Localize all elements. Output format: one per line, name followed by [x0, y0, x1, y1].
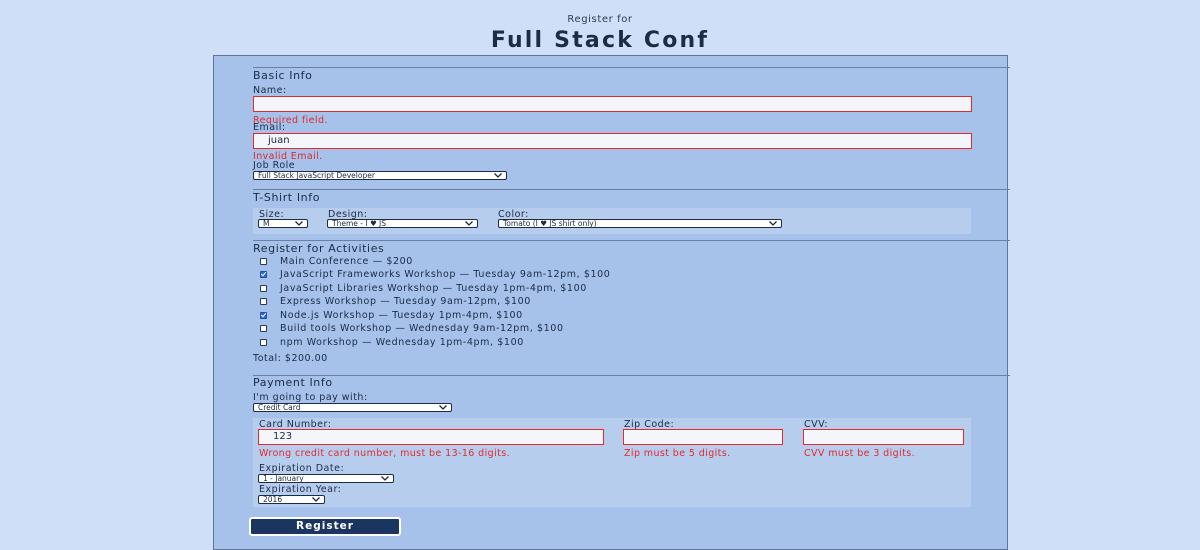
exp-year-select[interactable]: 2016	[258, 495, 325, 504]
section-divider	[253, 67, 1010, 68]
activity-checkbox[interactable]	[260, 285, 267, 292]
activity-checkbox[interactable]	[260, 258, 267, 265]
activity-checkbox[interactable]	[260, 271, 267, 278]
chevron-down-icon	[312, 497, 320, 502]
cvv-error: CVV must be 3 digits.	[804, 448, 916, 459]
activity-label: JavaScript Libraries Workshop — Tuesday …	[280, 283, 587, 294]
activities-title: Register for Activities	[253, 242, 385, 255]
design-value: Theme - I ♥ JS	[332, 219, 387, 228]
section-divider	[253, 240, 1010, 241]
section-divider	[253, 189, 1010, 190]
job-role-label: Job Role	[253, 160, 296, 171]
size-select[interactable]: M	[258, 219, 308, 228]
color-value: Tomato (I ♥ JS shirt only)	[503, 219, 597, 228]
zip-field[interactable]	[623, 429, 783, 445]
email-label: Email:	[253, 122, 286, 133]
tshirt-options-row: Size: M Design: Theme - I ♥ JS Color: To…	[253, 208, 971, 234]
registration-form: Basic Info Name: Required field. Email: …	[213, 55, 1010, 550]
card-number-error: Wrong credit card number, must be 13-16 …	[259, 448, 510, 459]
chevron-down-icon	[295, 221, 303, 226]
design-select[interactable]: Theme - I ♥ JS	[327, 219, 478, 228]
email-field[interactable]: juan	[253, 133, 972, 149]
payment-method-value: Credit Card	[258, 403, 301, 412]
chevron-down-icon	[494, 173, 502, 178]
payment-method-select[interactable]: Credit Card	[253, 403, 452, 412]
job-role-select[interactable]: Full Stack JavaScript Developer	[253, 171, 507, 180]
payment-method-label: I'm going to pay with:	[253, 392, 368, 403]
chevron-down-icon	[381, 476, 389, 481]
activity-label: npm Workshop — Wednesday 1pm-4pm, $100	[280, 337, 524, 348]
activities-total: Total: $200.00	[253, 353, 328, 364]
activity-checkbox[interactable]	[260, 325, 267, 332]
basic-info-title: Basic Info	[253, 69, 313, 82]
activity-checkbox[interactable]	[260, 339, 267, 346]
activity-label: JavaScript Frameworks Workshop — Tuesday…	[280, 269, 611, 280]
activity-label: Node.js Workshop — Tuesday 1pm-4pm, $100	[280, 310, 523, 321]
chevron-down-icon	[465, 221, 473, 226]
name-field[interactable]	[253, 96, 972, 112]
exp-month-select[interactable]: 1 - January	[258, 474, 394, 483]
chevron-down-icon	[769, 221, 777, 226]
page-title: Full Stack Conf	[490, 28, 710, 53]
exp-year-label: Expiration Year:	[259, 484, 342, 495]
page-header: Register for Full Stack Conf	[0, 14, 1200, 54]
color-select[interactable]: Tomato (I ♥ JS shirt only)	[498, 219, 782, 228]
size-value: M	[263, 219, 270, 228]
activity-label: Build tools Workshop — Wednesday 9am-12p…	[280, 323, 564, 334]
name-label: Name:	[253, 85, 287, 96]
activity-label: Express Workshop — Tuesday 9am-12pm, $10…	[280, 296, 531, 307]
section-divider	[253, 375, 1010, 376]
register-button[interactable]: Register	[249, 517, 401, 536]
cvv-field[interactable]	[803, 429, 964, 445]
activity-checkbox[interactable]	[260, 312, 267, 319]
tshirt-info-title: T-Shirt Info	[253, 191, 321, 204]
exp-date-label: Expiration Date:	[259, 463, 345, 474]
activity-checkbox[interactable]	[260, 298, 267, 305]
card-number-field[interactable]: 123	[258, 429, 604, 445]
header-kicker: Register for	[567, 14, 633, 25]
zip-error: Zip must be 5 digits.	[624, 448, 731, 459]
exp-month-value: 1 - January	[263, 474, 304, 483]
chevron-down-icon	[439, 405, 447, 410]
job-role-value: Full Stack JavaScript Developer	[258, 171, 375, 180]
payment-info-title: Payment Info	[253, 376, 333, 389]
credit-card-panel: Card Number: 123 Wrong credit card numbe…	[253, 418, 971, 507]
exp-year-value: 2016	[263, 495, 283, 504]
activity-label: Main Conference — $200	[280, 256, 413, 267]
